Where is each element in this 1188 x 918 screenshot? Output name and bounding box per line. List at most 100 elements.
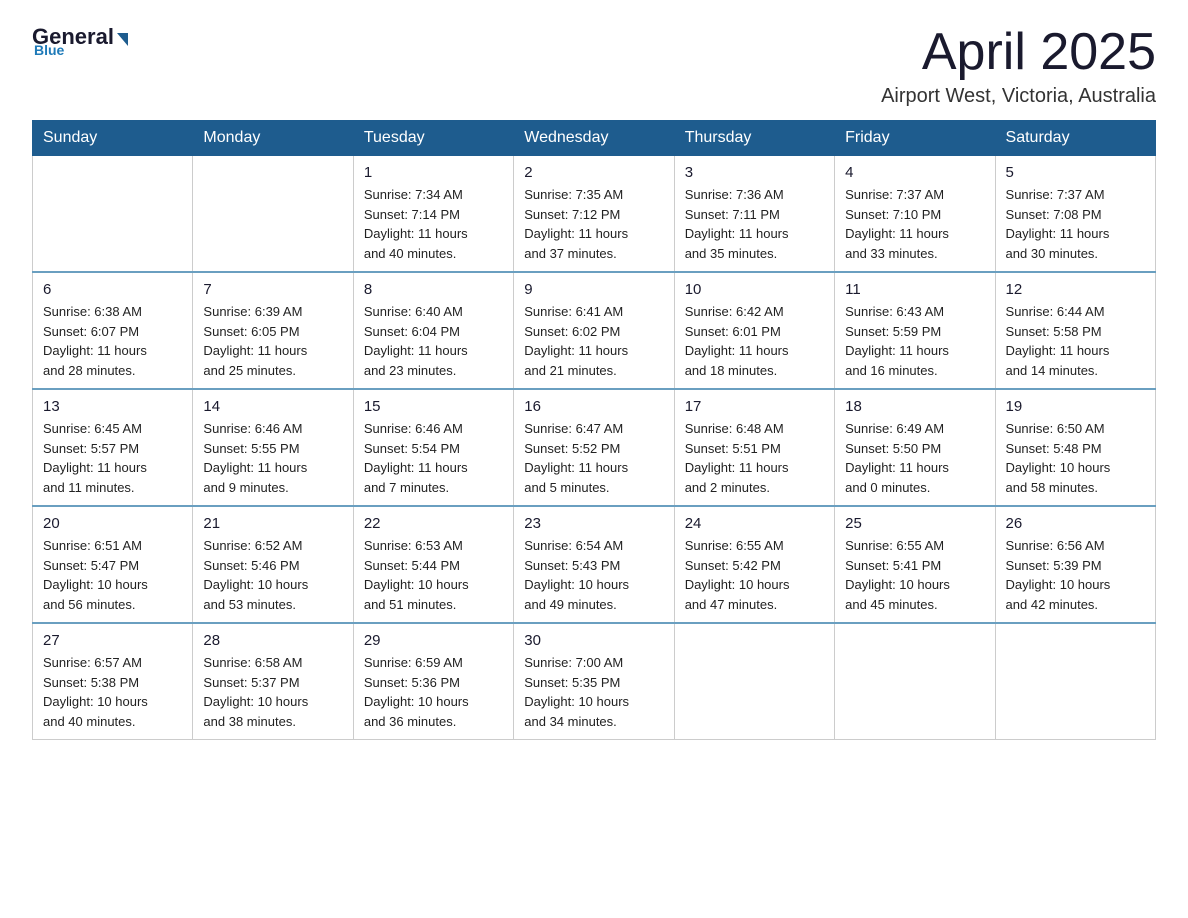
calendar-cell: 4 Sunrise: 7:37 AM Sunset: 7:10 PM Daylig… bbox=[835, 156, 995, 273]
day-number: 15 bbox=[364, 398, 503, 415]
calendar-cell bbox=[193, 156, 353, 273]
calendar-week-2: 6 Sunrise: 6:38 AM Sunset: 6:07 PM Daylig… bbox=[33, 272, 1156, 389]
day-number: 1 bbox=[364, 164, 503, 181]
day-info: Sunrise: 6:50 AM Sunset: 5:48 PM Dayligh… bbox=[1006, 419, 1145, 497]
day-number: 9 bbox=[524, 281, 663, 298]
day-number: 27 bbox=[43, 632, 182, 649]
day-number: 7 bbox=[203, 281, 342, 298]
calendar-cell: 22 Sunrise: 6:53 AM Sunset: 5:44 PM Dayli… bbox=[353, 506, 513, 623]
calendar-cell: 13 Sunrise: 6:45 AM Sunset: 5:57 PM Dayli… bbox=[33, 389, 193, 506]
day-number: 19 bbox=[1006, 398, 1145, 415]
calendar-cell bbox=[674, 623, 834, 740]
day-number: 22 bbox=[364, 515, 503, 532]
day-number: 30 bbox=[524, 632, 663, 649]
day-info: Sunrise: 7:00 AM Sunset: 5:35 PM Dayligh… bbox=[524, 653, 663, 731]
logo-arrow-icon bbox=[117, 33, 128, 46]
calendar-cell: 3 Sunrise: 7:36 AM Sunset: 7:11 PM Daylig… bbox=[674, 156, 834, 273]
calendar-cell: 23 Sunrise: 6:54 AM Sunset: 5:43 PM Dayli… bbox=[514, 506, 674, 623]
calendar-cell: 6 Sunrise: 6:38 AM Sunset: 6:07 PM Daylig… bbox=[33, 272, 193, 389]
day-number: 10 bbox=[685, 281, 824, 298]
calendar-cell: 21 Sunrise: 6:52 AM Sunset: 5:46 PM Dayli… bbox=[193, 506, 353, 623]
day-info: Sunrise: 6:55 AM Sunset: 5:41 PM Dayligh… bbox=[845, 536, 984, 614]
month-title: April 2025 bbox=[881, 24, 1156, 81]
day-info: Sunrise: 7:36 AM Sunset: 7:11 PM Dayligh… bbox=[685, 185, 824, 263]
weekday-header-friday: Friday bbox=[835, 121, 995, 156]
day-number: 8 bbox=[364, 281, 503, 298]
calendar-cell: 14 Sunrise: 6:46 AM Sunset: 5:55 PM Dayli… bbox=[193, 389, 353, 506]
day-info: Sunrise: 6:57 AM Sunset: 5:38 PM Dayligh… bbox=[43, 653, 182, 731]
day-number: 23 bbox=[524, 515, 663, 532]
day-info: Sunrise: 6:42 AM Sunset: 6:01 PM Dayligh… bbox=[685, 302, 824, 380]
day-info: Sunrise: 6:58 AM Sunset: 5:37 PM Dayligh… bbox=[203, 653, 342, 731]
day-info: Sunrise: 6:51 AM Sunset: 5:47 PM Dayligh… bbox=[43, 536, 182, 614]
calendar-cell: 30 Sunrise: 7:00 AM Sunset: 5:35 PM Dayli… bbox=[514, 623, 674, 740]
calendar-cell: 15 Sunrise: 6:46 AM Sunset: 5:54 PM Dayli… bbox=[353, 389, 513, 506]
day-number: 24 bbox=[685, 515, 824, 532]
day-number: 3 bbox=[685, 164, 824, 181]
day-number: 29 bbox=[364, 632, 503, 649]
day-info: Sunrise: 7:35 AM Sunset: 7:12 PM Dayligh… bbox=[524, 185, 663, 263]
day-info: Sunrise: 6:46 AM Sunset: 5:54 PM Dayligh… bbox=[364, 419, 503, 497]
day-info: Sunrise: 6:49 AM Sunset: 5:50 PM Dayligh… bbox=[845, 419, 984, 497]
weekday-header-tuesday: Tuesday bbox=[353, 121, 513, 156]
day-info: Sunrise: 6:45 AM Sunset: 5:57 PM Dayligh… bbox=[43, 419, 182, 497]
calendar-cell: 20 Sunrise: 6:51 AM Sunset: 5:47 PM Dayli… bbox=[33, 506, 193, 623]
weekday-header-thursday: Thursday bbox=[674, 121, 834, 156]
day-info: Sunrise: 7:37 AM Sunset: 7:10 PM Dayligh… bbox=[845, 185, 984, 263]
day-info: Sunrise: 7:37 AM Sunset: 7:08 PM Dayligh… bbox=[1006, 185, 1145, 263]
calendar-cell bbox=[33, 156, 193, 273]
calendar-cell: 25 Sunrise: 6:55 AM Sunset: 5:41 PM Dayli… bbox=[835, 506, 995, 623]
day-number: 20 bbox=[43, 515, 182, 532]
day-info: Sunrise: 6:40 AM Sunset: 6:04 PM Dayligh… bbox=[364, 302, 503, 380]
day-number: 13 bbox=[43, 398, 182, 415]
calendar-week-1: 1Sunrise: 7:34 AM Sunset: 7:14 PM Daylig… bbox=[33, 156, 1156, 273]
day-info: Sunrise: 6:59 AM Sunset: 5:36 PM Dayligh… bbox=[364, 653, 503, 731]
logo: General Blue bbox=[32, 24, 128, 58]
day-number: 16 bbox=[524, 398, 663, 415]
day-info: Sunrise: 6:44 AM Sunset: 5:58 PM Dayligh… bbox=[1006, 302, 1145, 380]
day-number: 11 bbox=[845, 281, 984, 298]
calendar-cell: 5 Sunrise: 7:37 AM Sunset: 7:08 PM Daylig… bbox=[995, 156, 1155, 273]
day-info: Sunrise: 6:54 AM Sunset: 5:43 PM Dayligh… bbox=[524, 536, 663, 614]
weekday-header-saturday: Saturday bbox=[995, 121, 1155, 156]
day-info: Sunrise: 6:55 AM Sunset: 5:42 PM Dayligh… bbox=[685, 536, 824, 614]
day-info: Sunrise: 6:52 AM Sunset: 5:46 PM Dayligh… bbox=[203, 536, 342, 614]
location-text: Airport West, Victoria, Australia bbox=[881, 85, 1156, 108]
calendar-cell: 28 Sunrise: 6:58 AM Sunset: 5:37 PM Dayli… bbox=[193, 623, 353, 740]
day-number: 14 bbox=[203, 398, 342, 415]
day-number: 17 bbox=[685, 398, 824, 415]
day-info: Sunrise: 6:43 AM Sunset: 5:59 PM Dayligh… bbox=[845, 302, 984, 380]
calendar-week-3: 13 Sunrise: 6:45 AM Sunset: 5:57 PM Dayli… bbox=[33, 389, 1156, 506]
calendar-cell: 16Sunrise: 6:47 AM Sunset: 5:52 PM Dayli… bbox=[514, 389, 674, 506]
weekday-header-sunday: Sunday bbox=[33, 121, 193, 156]
day-info: Sunrise: 6:41 AM Sunset: 6:02 PM Dayligh… bbox=[524, 302, 663, 380]
day-number: 12 bbox=[1006, 281, 1145, 298]
calendar-cell: 1Sunrise: 7:34 AM Sunset: 7:14 PM Daylig… bbox=[353, 156, 513, 273]
day-info: Sunrise: 6:53 AM Sunset: 5:44 PM Dayligh… bbox=[364, 536, 503, 614]
day-info: Sunrise: 6:38 AM Sunset: 6:07 PM Dayligh… bbox=[43, 302, 182, 380]
weekday-header-row: SundayMondayTuesdayWednesdayThursdayFrid… bbox=[33, 121, 1156, 156]
day-number: 25 bbox=[845, 515, 984, 532]
day-info: Sunrise: 6:46 AM Sunset: 5:55 PM Dayligh… bbox=[203, 419, 342, 497]
page-header: General Blue April 2025 Airport West, Vi… bbox=[32, 24, 1156, 108]
day-number: 6 bbox=[43, 281, 182, 298]
day-info: Sunrise: 6:56 AM Sunset: 5:39 PM Dayligh… bbox=[1006, 536, 1145, 614]
calendar-cell: 10 Sunrise: 6:42 AM Sunset: 6:01 PM Dayli… bbox=[674, 272, 834, 389]
day-number: 5 bbox=[1006, 164, 1145, 181]
calendar-cell: 26Sunrise: 6:56 AM Sunset: 5:39 PM Dayli… bbox=[995, 506, 1155, 623]
calendar-cell: 8 Sunrise: 6:40 AM Sunset: 6:04 PM Daylig… bbox=[353, 272, 513, 389]
day-number: 28 bbox=[203, 632, 342, 649]
calendar-cell: 9 Sunrise: 6:41 AM Sunset: 6:02 PM Daylig… bbox=[514, 272, 674, 389]
day-number: 4 bbox=[845, 164, 984, 181]
day-number: 21 bbox=[203, 515, 342, 532]
calendar-cell bbox=[995, 623, 1155, 740]
calendar-cell: 17Sunrise: 6:48 AM Sunset: 5:51 PM Dayli… bbox=[674, 389, 834, 506]
calendar-table: SundayMondayTuesdayWednesdayThursdayFrid… bbox=[32, 120, 1156, 740]
calendar-cell: 29 Sunrise: 6:59 AM Sunset: 5:36 PM Dayli… bbox=[353, 623, 513, 740]
calendar-cell: 19 Sunrise: 6:50 AM Sunset: 5:48 PM Dayli… bbox=[995, 389, 1155, 506]
calendar-cell: 7 Sunrise: 6:39 AM Sunset: 6:05 PM Daylig… bbox=[193, 272, 353, 389]
calendar-cell: 2 Sunrise: 7:35 AM Sunset: 7:12 PM Daylig… bbox=[514, 156, 674, 273]
day-info: Sunrise: 6:39 AM Sunset: 6:05 PM Dayligh… bbox=[203, 302, 342, 380]
day-number: 2 bbox=[524, 164, 663, 181]
calendar-cell: 11 Sunrise: 6:43 AM Sunset: 5:59 PM Dayli… bbox=[835, 272, 995, 389]
